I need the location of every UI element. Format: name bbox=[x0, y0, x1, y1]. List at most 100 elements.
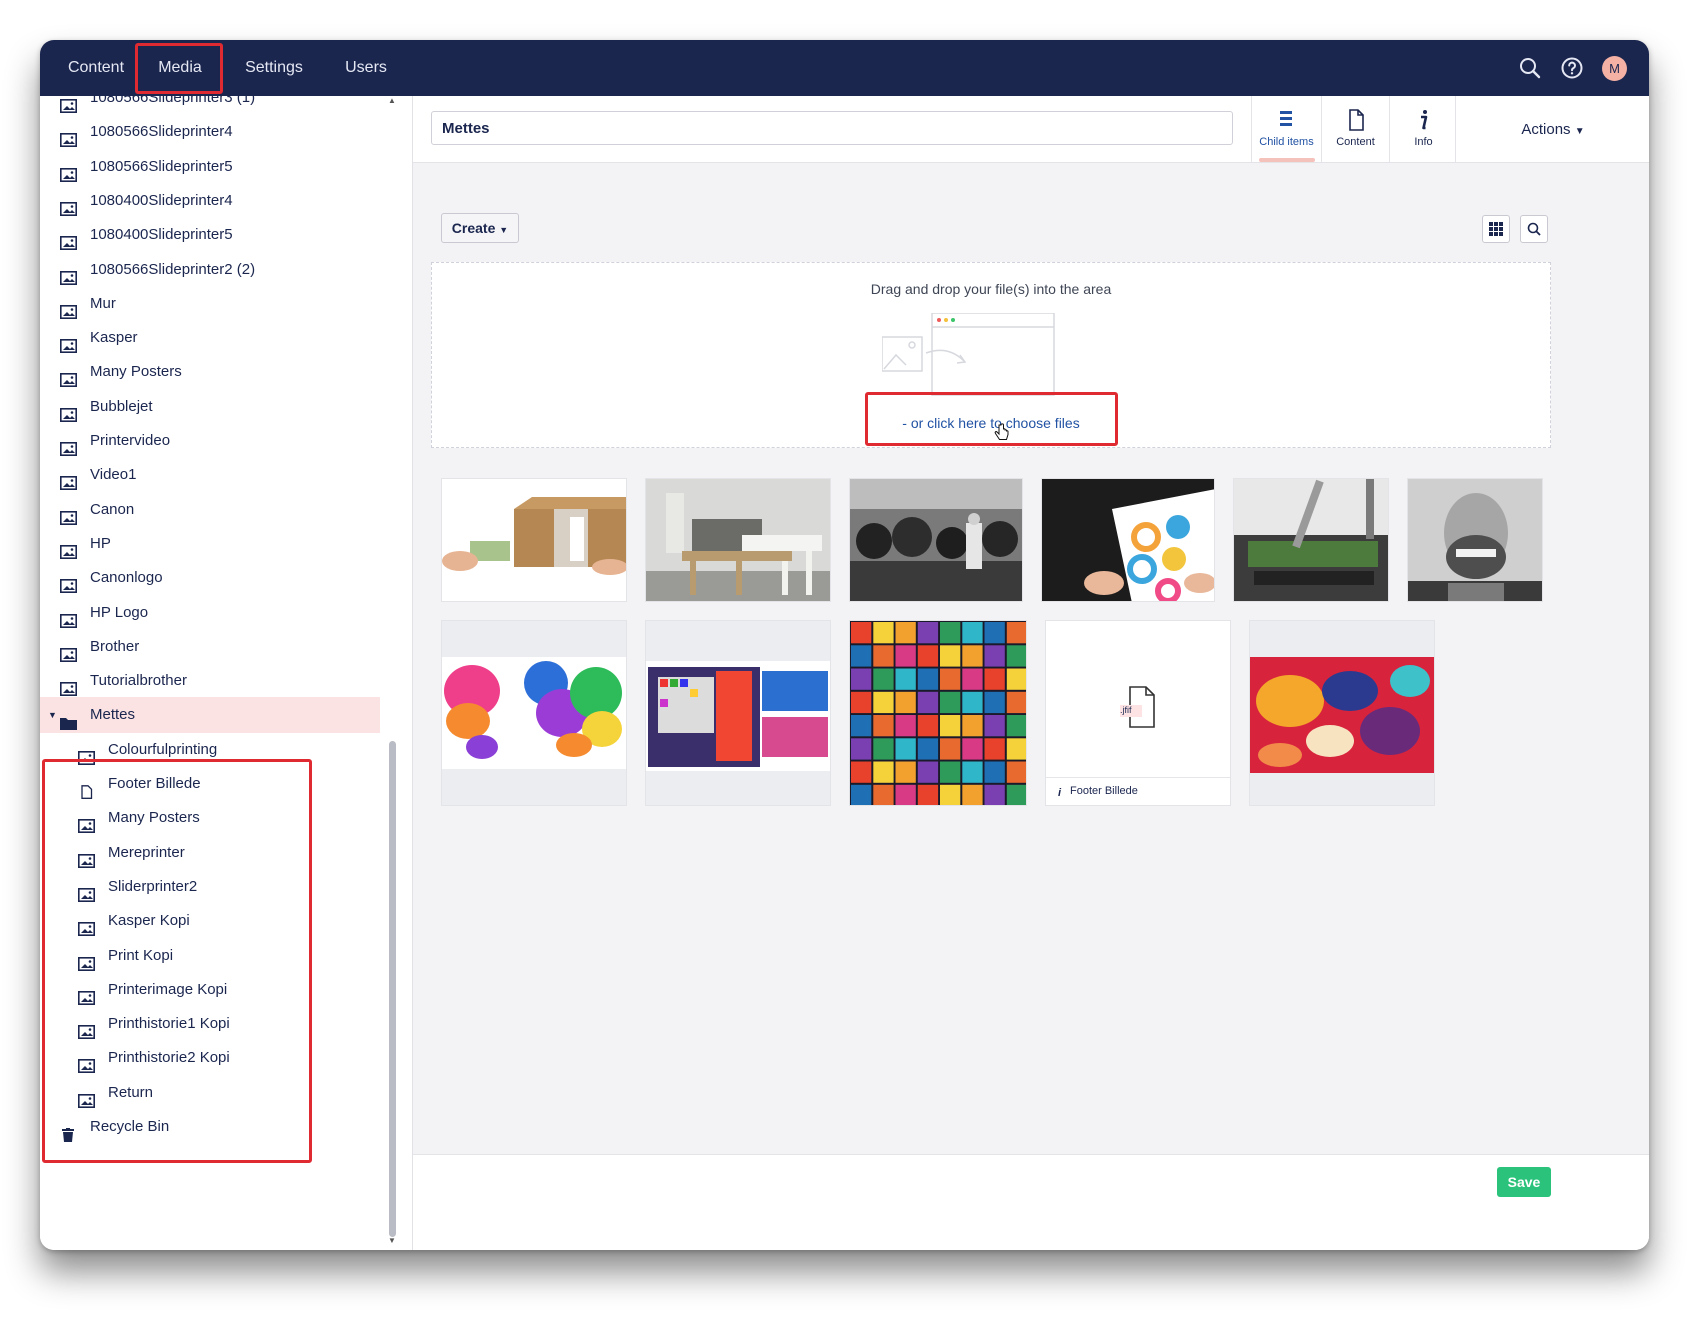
app-window: Content Media Settings Users M 1080566Sl… bbox=[40, 40, 1649, 1250]
caret-down-icon: ▼ bbox=[1574, 126, 1585, 137]
printing-press-thumbnail bbox=[850, 479, 1022, 601]
media-item-colorful-print[interactable] bbox=[1041, 478, 1215, 602]
tree-item[interactable]: Video1 bbox=[40, 457, 380, 493]
main-panel: Child items Content Info Actions ▼ Creat… bbox=[412, 96, 1649, 1250]
image-icon bbox=[60, 194, 77, 216]
media-item-return[interactable] bbox=[441, 478, 627, 602]
color-chart-thumbnail bbox=[1042, 479, 1214, 601]
tree-child-item[interactable]: Sliderprinter2 bbox=[40, 869, 380, 905]
tree-folder-mettes[interactable]: ▼ Mettes bbox=[40, 697, 380, 734]
image-icon bbox=[78, 1051, 95, 1074]
app-tab-content[interactable]: Content bbox=[1321, 96, 1389, 163]
tree-child-item[interactable]: Mereprinter bbox=[40, 835, 380, 871]
media-item-many-posters[interactable] bbox=[849, 620, 1027, 806]
sidebar-scrollbar-thumb[interactable] bbox=[389, 741, 396, 1237]
tree-item[interactable]: Kasper bbox=[40, 320, 380, 356]
tree-item[interactable]: HP bbox=[40, 526, 380, 562]
tree-item-label: 1080400Slideprinter5 bbox=[90, 226, 233, 244]
media-item-abstract-art[interactable] bbox=[1249, 620, 1435, 806]
tree-item[interactable]: Canonlogo bbox=[40, 560, 380, 596]
tree-item-label: 1080566Slideprinter4 bbox=[90, 123, 233, 141]
image-icon bbox=[60, 468, 77, 491]
search-icon[interactable] bbox=[1518, 56, 1542, 80]
tree-child-item[interactable]: Printhistorie1 Kopi bbox=[40, 1006, 380, 1042]
tree-item-label: Canonlogo bbox=[90, 569, 163, 587]
color-calibration-thumbnail bbox=[646, 621, 830, 805]
user-avatar[interactable]: M bbox=[1602, 56, 1627, 81]
image-icon bbox=[60, 297, 77, 319]
image-icon bbox=[60, 503, 77, 525]
app-tab-child-items[interactable]: Child items bbox=[1251, 96, 1321, 163]
info-icon: i bbox=[1058, 787, 1062, 799]
media-item-screen-colors[interactable] bbox=[645, 620, 831, 806]
tree-item-label: HP bbox=[90, 534, 111, 552]
tree-item-label: Many Posters bbox=[90, 363, 182, 381]
app-tab-info[interactable]: Info bbox=[1389, 96, 1457, 163]
media-item-colour-ink[interactable] bbox=[441, 620, 627, 806]
editor-footer: Save bbox=[413, 1154, 1649, 1250]
tree-item[interactable]: Canon bbox=[40, 492, 380, 528]
info-icon bbox=[1421, 110, 1428, 130]
image-icon bbox=[60, 96, 77, 113]
tree-item[interactable]: 1080400Slideprinter5 bbox=[40, 217, 380, 253]
help-icon[interactable] bbox=[1560, 56, 1584, 80]
media-name-input[interactable] bbox=[431, 111, 1233, 145]
tree-item[interactable]: Tutorialbrother bbox=[40, 663, 380, 699]
media-item-footer-billede[interactable]: .jfif i Footer Billede bbox=[1045, 620, 1231, 806]
media-item-portrait[interactable] bbox=[1407, 478, 1543, 602]
search-icon bbox=[1527, 222, 1541, 236]
file-extension-badge: .jfif bbox=[1120, 705, 1132, 715]
list-search-button[interactable] bbox=[1520, 215, 1548, 243]
tree-item-label: Kasper Kopi bbox=[108, 912, 190, 930]
scroll-down-arrow[interactable]: ▼ bbox=[388, 1236, 396, 1245]
actions-dropdown[interactable]: Actions ▼ bbox=[1455, 96, 1649, 163]
file-icon bbox=[78, 777, 95, 799]
tree-child-item[interactable]: Printhistorie2 Kopi bbox=[40, 1040, 380, 1076]
tree-child-item[interactable]: Printerimage Kopi bbox=[40, 972, 380, 1008]
tree-item[interactable]: 1080566Slideprinter5 bbox=[40, 149, 380, 185]
dropzone-instructions: Drag and drop your file(s) into the area bbox=[870, 281, 1112, 297]
recycle-bin[interactable]: Recycle Bin bbox=[40, 1109, 380, 1145]
tree-item-label: HP Logo bbox=[90, 603, 149, 621]
image-icon bbox=[60, 400, 77, 422]
tree-item-label: Colourfulprinting bbox=[108, 740, 218, 758]
tree-item[interactable]: Bubblejet bbox=[40, 389, 380, 425]
tree-child-item[interactable]: Return bbox=[40, 1075, 380, 1111]
expand-caret-icon[interactable]: ▼ bbox=[48, 697, 57, 733]
tree-child-item[interactable]: Kasper Kopi bbox=[40, 903, 380, 939]
tree-child-item[interactable]: Many Posters bbox=[40, 800, 380, 836]
tree-item[interactable]: HP Logo bbox=[40, 595, 380, 631]
image-icon bbox=[60, 606, 77, 628]
tree-item-label: Kasper bbox=[90, 329, 138, 347]
media-tab-highlight bbox=[135, 43, 223, 94]
folder-icon bbox=[60, 708, 77, 731]
printer-room-thumbnail bbox=[646, 479, 830, 601]
scroll-up-arrow[interactable]: ▲ bbox=[388, 96, 396, 105]
tree-child-item[interactable]: Footer Billede bbox=[40, 766, 380, 802]
tree-item[interactable]: Brother bbox=[40, 629, 380, 665]
section-tab-users[interactable]: Users bbox=[324, 40, 408, 96]
tree-item[interactable]: 1080566Slideprinter4 bbox=[40, 114, 380, 150]
section-tab-content[interactable]: Content bbox=[52, 40, 140, 96]
tree-child-item[interactable]: Colourfulprinting bbox=[40, 732, 380, 768]
tree-item[interactable]: Many Posters bbox=[40, 354, 380, 390]
image-icon bbox=[78, 743, 95, 765]
media-item-printer-repair[interactable] bbox=[1233, 478, 1389, 602]
media-item-printing-press[interactable] bbox=[849, 478, 1023, 602]
tree-item[interactable]: Printervideo bbox=[40, 423, 380, 459]
media-item-printer-table[interactable] bbox=[645, 478, 831, 602]
tree-item[interactable]: 1080400Slideprinter4 bbox=[40, 183, 380, 219]
image-icon bbox=[78, 811, 95, 834]
top-navigation-bar: Content Media Settings Users M bbox=[40, 40, 1649, 96]
grid-view-button[interactable] bbox=[1482, 215, 1510, 243]
tree-item[interactable]: 1080566Slideprinter3 (1) bbox=[40, 96, 380, 116]
create-label: Create bbox=[451, 220, 496, 236]
tree-item[interactable]: Mur bbox=[40, 286, 380, 322]
tree-item[interactable]: 1080566Slideprinter2 (2) bbox=[40, 252, 380, 288]
save-button[interactable]: Save bbox=[1497, 1167, 1551, 1197]
image-icon bbox=[78, 949, 95, 971]
tree-child-item[interactable]: Print Kopi bbox=[40, 938, 380, 974]
section-tab-settings[interactable]: Settings bbox=[224, 40, 324, 96]
create-button[interactable]: Create ▼ bbox=[441, 213, 519, 243]
app-tab-label: Content bbox=[1336, 136, 1375, 148]
